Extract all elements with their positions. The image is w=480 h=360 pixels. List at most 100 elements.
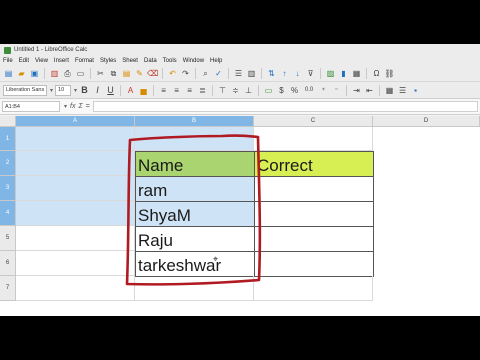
- sort-ascending-icon[interactable]: ↑: [279, 68, 290, 79]
- cell-c4[interactable]: [254, 201, 374, 227]
- cell-a2[interactable]: [16, 151, 135, 176]
- menu-window[interactable]: Window: [183, 58, 204, 64]
- menu-styles[interactable]: Styles: [100, 58, 116, 64]
- cell-a3[interactable]: [16, 176, 135, 201]
- new-document-icon[interactable]: ▤: [3, 68, 14, 79]
- sum-icon[interactable]: Σ: [78, 103, 82, 110]
- cell-a5[interactable]: [16, 226, 135, 251]
- menu-file[interactable]: File: [3, 58, 13, 64]
- add-decimal-icon[interactable]: ⁺: [318, 85, 329, 96]
- cell-c1[interactable]: [254, 127, 373, 151]
- undo-icon[interactable]: ↶: [167, 68, 178, 79]
- cell-c2[interactable]: Correct: [254, 151, 374, 177]
- align-bottom-icon[interactable]: ⊥: [243, 85, 254, 96]
- cell-a4[interactable]: [16, 201, 135, 226]
- row-icon[interactable]: ☰: [233, 68, 244, 79]
- cell-a6[interactable]: [16, 251, 135, 276]
- chevron-down-icon[interactable]: ▾: [50, 87, 53, 94]
- special-character-icon[interactable]: Ω: [371, 68, 382, 79]
- cut-icon[interactable]: ✂: [95, 68, 106, 79]
- insert-chart-icon[interactable]: ▮: [338, 68, 349, 79]
- clone-formatting-icon[interactable]: ✎: [134, 68, 145, 79]
- underline-button[interactable]: U: [105, 85, 116, 96]
- chevron-down-icon[interactable]: ▾: [64, 103, 67, 110]
- align-top-icon[interactable]: ⊤: [217, 85, 228, 96]
- menu-edit[interactable]: Edit: [19, 58, 29, 64]
- justify-icon[interactable]: ≣: [197, 85, 208, 96]
- font-size-box[interactable]: 10: [55, 84, 72, 96]
- cell-c7[interactable]: [254, 276, 373, 301]
- menu-format[interactable]: Format: [75, 58, 94, 64]
- menu-tools[interactable]: Tools: [163, 58, 177, 64]
- number-format-icon[interactable]: ▭: [263, 85, 274, 96]
- cell-b3[interactable]: ram: [135, 176, 255, 202]
- menu-sheet[interactable]: Sheet: [122, 58, 138, 64]
- border-style-icon[interactable]: ☰: [397, 85, 408, 96]
- menu-view[interactable]: View: [35, 58, 48, 64]
- cell-b1[interactable]: [135, 127, 254, 151]
- column-icon[interactable]: ▥: [246, 68, 257, 79]
- clear-formatting-icon[interactable]: ⌫: [147, 68, 158, 79]
- currency-button[interactable]: $: [276, 85, 287, 96]
- align-right-icon[interactable]: ≡: [184, 85, 195, 96]
- export-pdf-icon[interactable]: ▥: [49, 68, 60, 79]
- cell-a1[interactable]: [16, 127, 135, 151]
- cell-b5[interactable]: Raju: [135, 226, 255, 252]
- spelling-icon[interactable]: ✓: [213, 68, 224, 79]
- print-preview-icon[interactable]: ▭: [75, 68, 86, 79]
- print-icon[interactable]: ⎙: [62, 68, 73, 79]
- row-header-6[interactable]: 6: [0, 251, 16, 276]
- row-header-7[interactable]: 7: [0, 276, 16, 301]
- row-header-5[interactable]: 5: [0, 226, 16, 251]
- menu-help[interactable]: Help: [210, 58, 222, 64]
- sort-icon[interactable]: ⇅: [266, 68, 277, 79]
- italic-button[interactable]: I: [92, 85, 103, 96]
- cell-b2[interactable]: Name: [135, 151, 255, 177]
- name-box[interactable]: A1:B4: [2, 101, 60, 112]
- pivot-table-icon[interactable]: ▦: [351, 68, 362, 79]
- formula-icon[interactable]: =: [86, 103, 90, 110]
- decrease-indent-icon[interactable]: ⇤: [364, 85, 375, 96]
- chevron-down-icon[interactable]: ▾: [74, 87, 77, 94]
- highlight-color-icon[interactable]: ▅: [138, 85, 149, 96]
- select-all-corner[interactable]: [0, 116, 16, 127]
- column-header-b[interactable]: B: [135, 116, 254, 127]
- align-left-icon[interactable]: ≡: [158, 85, 169, 96]
- bold-button[interactable]: B: [79, 85, 90, 96]
- align-middle-icon[interactable]: ≑: [230, 85, 241, 96]
- function-wizard-icon[interactable]: fx: [70, 103, 75, 110]
- save-icon[interactable]: ▣: [29, 68, 40, 79]
- column-header-d[interactable]: D: [373, 116, 480, 127]
- hyperlink-icon[interactable]: ⛓: [384, 68, 395, 79]
- cell-b7[interactable]: [135, 276, 254, 301]
- cell-c5[interactable]: [254, 226, 374, 252]
- paste-icon[interactable]: ▤: [121, 68, 132, 79]
- border-color-icon[interactable]: ▪: [410, 85, 421, 96]
- font-name-box[interactable]: Liberation Sans: [3, 84, 47, 96]
- increase-indent-icon[interactable]: ⇥: [351, 85, 362, 96]
- sort-descending-icon[interactable]: ↓: [292, 68, 303, 79]
- delete-decimal-icon[interactable]: ⁻: [331, 85, 342, 96]
- decimal-format-button[interactable]: 0.0: [302, 85, 316, 96]
- cell-b6[interactable]: tarkeshwar: [135, 251, 255, 277]
- borders-icon[interactable]: ▦: [384, 85, 395, 96]
- row-header-1[interactable]: 1: [0, 127, 16, 151]
- copy-icon[interactable]: ⧉: [108, 68, 119, 79]
- menu-data[interactable]: Data: [144, 58, 157, 64]
- find-replace-icon[interactable]: ⌕: [200, 68, 211, 79]
- cell-b4[interactable]: ShyaM: [135, 201, 255, 227]
- formula-input[interactable]: [92, 101, 478, 112]
- column-header-c[interactable]: C: [254, 116, 373, 127]
- cell-a7[interactable]: [16, 276, 135, 301]
- cell-c6[interactable]: [254, 251, 374, 277]
- insert-image-icon[interactable]: ▨: [325, 68, 336, 79]
- row-header-2[interactable]: 2: [0, 151, 16, 176]
- autofilter-icon[interactable]: ⊽: [305, 68, 316, 79]
- row-header-3[interactable]: 3: [0, 176, 16, 201]
- cell-c3[interactable]: [254, 176, 374, 202]
- redo-icon[interactable]: ↷: [180, 68, 191, 79]
- menu-insert[interactable]: Insert: [54, 58, 69, 64]
- column-header-a[interactable]: A: [16, 116, 135, 127]
- align-center-icon[interactable]: ≡: [171, 85, 182, 96]
- percent-button[interactable]: %: [289, 85, 300, 96]
